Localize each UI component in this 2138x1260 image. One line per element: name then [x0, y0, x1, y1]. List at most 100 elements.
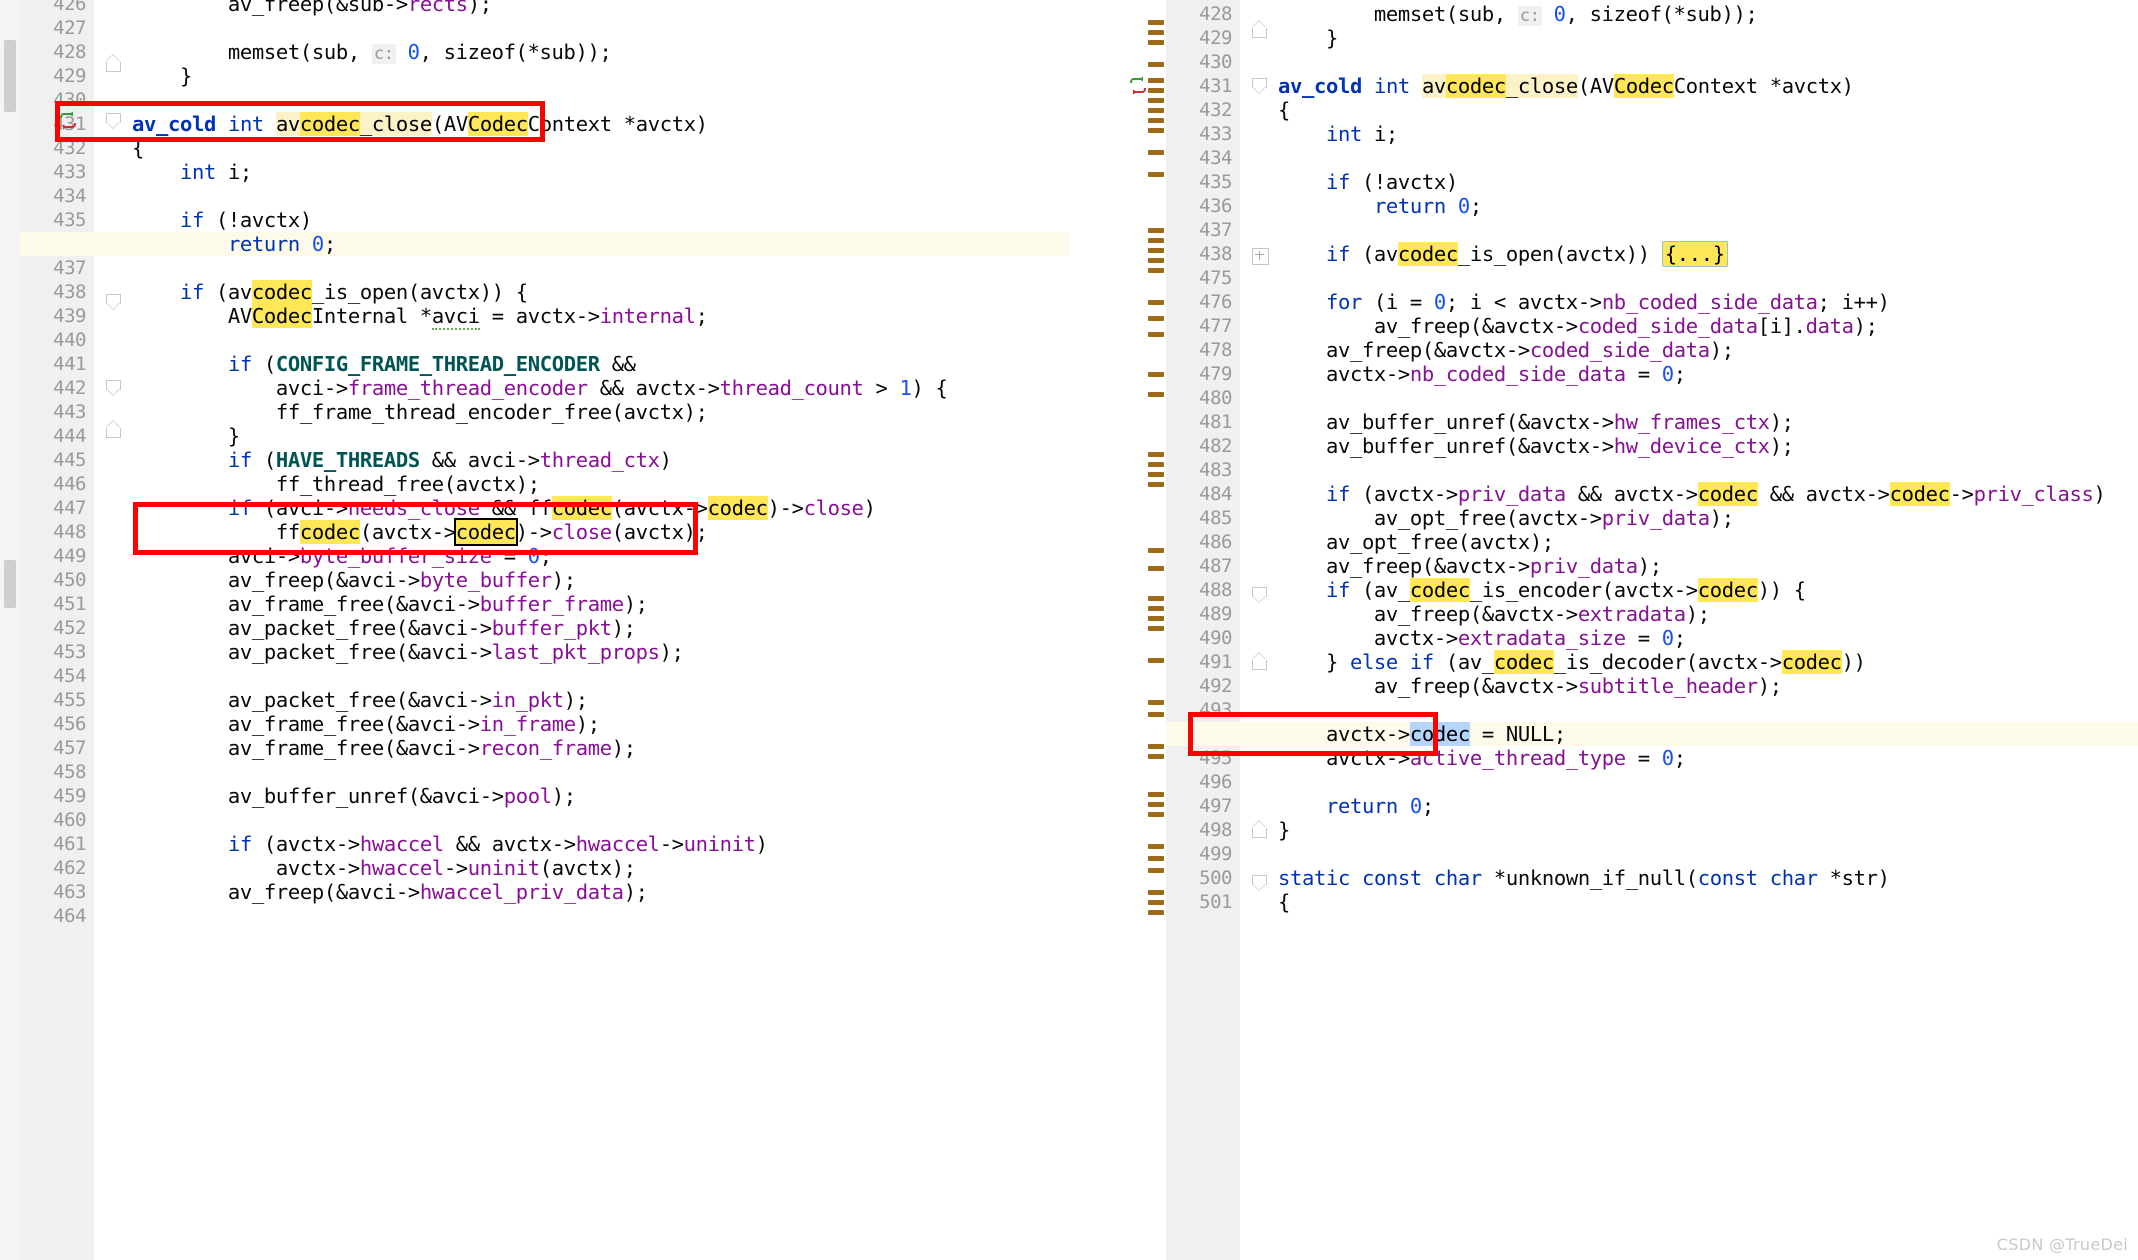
- change-marker[interactable]: [1148, 658, 1164, 663]
- code-line[interactable]: if (avctx->hwaccel && avctx->hwaccel->un…: [132, 832, 1070, 856]
- code-line[interactable]: if (avctx->priv_data && avctx->codec && …: [1278, 482, 2138, 506]
- change-marker[interactable]: [1148, 482, 1164, 487]
- change-marker[interactable]: [1148, 900, 1164, 905]
- change-marker[interactable]: [1148, 792, 1164, 797]
- code-line[interactable]: if (avcodec_is_open(avctx)) {...}: [1278, 241, 2138, 267]
- left-scrollbar-thumb[interactable]: [4, 40, 16, 112]
- code-line[interactable]: [132, 760, 1070, 784]
- change-marker[interactable]: [1148, 118, 1164, 123]
- code-line[interactable]: av_freep(&avci->hwaccel_priv_data);: [132, 880, 1070, 904]
- code-line[interactable]: [132, 904, 1070, 928]
- change-marker[interactable]: [1148, 452, 1164, 457]
- code-line[interactable]: av_freep(&sub->rects);: [132, 0, 1070, 16]
- code-line[interactable]: ffcodec(avctx->codec)->close(avctx);: [132, 518, 1070, 546]
- change-marker[interactable]: [1148, 392, 1164, 397]
- change-marker[interactable]: [1148, 20, 1164, 25]
- code-line[interactable]: av_freep(&avctx->coded_side_data[i].data…: [1278, 314, 2138, 338]
- change-marker[interactable]: [1148, 88, 1164, 93]
- code-line[interactable]: avctx->nb_coded_side_data = 0;: [1278, 362, 2138, 386]
- change-marker[interactable]: [1148, 128, 1164, 133]
- code-line[interactable]: [1278, 770, 2138, 794]
- code-line[interactable]: [1278, 698, 2138, 722]
- change-marker[interactable]: [1148, 108, 1164, 113]
- fold-end-marker[interactable]: [1252, 652, 1267, 670]
- right-editor-pane[interactable]: 428 429 430 431 432 433 434 435 436 437 438 475 476 4…: [1070, 0, 2138, 1260]
- fold-start-marker[interactable]: [106, 113, 121, 129]
- code-line[interactable]: av_frame_free(&avci->recon_frame);: [132, 736, 1070, 760]
- change-marker[interactable]: [1148, 238, 1164, 243]
- change-marker[interactable]: [1148, 228, 1164, 233]
- left-code-area[interactable]: av_freep(&sub->rects); memset(sub, c: 0,…: [20, 0, 1070, 1260]
- code-line[interactable]: [132, 664, 1070, 688]
- change-marker[interactable]: [1148, 30, 1164, 35]
- code-line[interactable]: [1278, 50, 2138, 74]
- change-marker[interactable]: [1148, 890, 1164, 895]
- change-marker[interactable]: [1148, 268, 1164, 273]
- change-marker[interactable]: [1148, 700, 1164, 705]
- code-line[interactable]: ff_thread_free(avctx);: [132, 472, 1070, 496]
- change-marker[interactable]: [1148, 98, 1164, 103]
- code-line[interactable]: av_freep(&avctx->priv_data);: [1278, 554, 2138, 578]
- code-line[interactable]: } else if (av_codec_is_decoder(avctx->co…: [1278, 650, 2138, 674]
- code-line[interactable]: {: [132, 136, 1070, 160]
- code-line[interactable]: int i;: [1278, 122, 2138, 146]
- code-line[interactable]: av_buffer_unref(&avci->pool);: [132, 784, 1070, 808]
- code-line[interactable]: av_freep(&avci->byte_buffer);: [132, 568, 1070, 592]
- code-line[interactable]: [1278, 386, 2138, 410]
- fold-end-marker[interactable]: [106, 420, 121, 438]
- change-marker[interactable]: [1148, 248, 1164, 253]
- right-code-area[interactable]: memset(sub, c: 0, sizeof(*sub)); } av_col…: [1166, 0, 2138, 1260]
- change-marker[interactable]: [1148, 606, 1164, 611]
- code-line[interactable]: avctx->codec = NULL;: [1278, 722, 2138, 746]
- code-line[interactable]: av_buffer_unref(&avctx->hw_frames_ctx);: [1278, 410, 2138, 434]
- code-line[interactable]: [1278, 458, 2138, 482]
- change-marker[interactable]: [1148, 316, 1164, 321]
- change-marker[interactable]: [1148, 258, 1164, 263]
- left-editor-pane[interactable]: 4264274284294304314324334344354364374384…: [0, 0, 1070, 1260]
- code-line[interactable]: avctx->extradata_size = 0;: [1278, 626, 2138, 650]
- code-line[interactable]: [1278, 842, 2138, 866]
- code-line[interactable]: if (avcodec_is_open(avctx)) {: [132, 280, 1070, 304]
- change-marker[interactable]: [1148, 566, 1164, 571]
- code-line[interactable]: [1278, 266, 2138, 290]
- change-marker[interactable]: [1148, 462, 1164, 467]
- right-change-markers-strip[interactable]: [1146, 0, 1166, 1260]
- code-line[interactable]: if (HAVE_THREADS && avci->thread_ctx): [132, 448, 1070, 472]
- code-line[interactable]: av_opt_free(avctx);: [1278, 530, 2138, 554]
- change-marker[interactable]: [1148, 596, 1164, 601]
- change-marker[interactable]: [1148, 616, 1164, 621]
- code-line[interactable]: [1278, 218, 2138, 242]
- fold-end-marker[interactable]: [1252, 820, 1267, 838]
- code-line[interactable]: static const char *unknown_if_null(const…: [1278, 866, 2138, 890]
- code-line[interactable]: [132, 256, 1070, 280]
- change-marker[interactable]: [1148, 754, 1164, 759]
- code-line[interactable]: av_packet_free(&avci->in_pkt);: [132, 688, 1070, 712]
- code-line[interactable]: int i;: [132, 160, 1070, 184]
- code-line[interactable]: [1278, 146, 2138, 170]
- code-line[interactable]: }: [1278, 26, 2138, 50]
- code-line[interactable]: av_packet_free(&avci->buffer_pkt);: [132, 616, 1070, 640]
- change-marker[interactable]: [1148, 802, 1164, 807]
- code-line[interactable]: av_freep(&avctx->subtitle_header);: [1278, 674, 2138, 698]
- right-fold-column[interactable]: [1240, 0, 1280, 1260]
- code-line[interactable]: av_frame_free(&avci->in_frame);: [132, 712, 1070, 736]
- change-marker[interactable]: [1148, 868, 1164, 873]
- left-fold-column[interactable]: [94, 0, 134, 1260]
- revert-change-arrow-icon[interactable]: [58, 110, 80, 132]
- change-marker[interactable]: [1148, 372, 1164, 377]
- code-line[interactable]: [132, 808, 1070, 832]
- change-marker[interactable]: [1148, 744, 1164, 749]
- change-marker[interactable]: [1148, 40, 1164, 45]
- code-line[interactable]: av_cold int avcodec_close(AVCodecContext…: [132, 112, 1070, 136]
- code-line[interactable]: }: [1278, 818, 2138, 842]
- change-marker[interactable]: [1148, 812, 1164, 817]
- change-marker[interactable]: [1148, 548, 1164, 553]
- change-marker[interactable]: [1148, 150, 1164, 155]
- change-marker[interactable]: [1148, 172, 1164, 177]
- code-line[interactable]: avctx->active_thread_type = 0;: [1278, 746, 2138, 770]
- code-line[interactable]: [132, 88, 1070, 112]
- code-line[interactable]: av_buffer_unref(&avctx->hw_device_ctx);: [1278, 434, 2138, 458]
- code-line[interactable]: if (!avctx): [132, 208, 1070, 232]
- change-marker[interactable]: [1148, 332, 1164, 337]
- code-line[interactable]: av_cold int avcodec_close(AVCodecContext…: [1278, 74, 2138, 98]
